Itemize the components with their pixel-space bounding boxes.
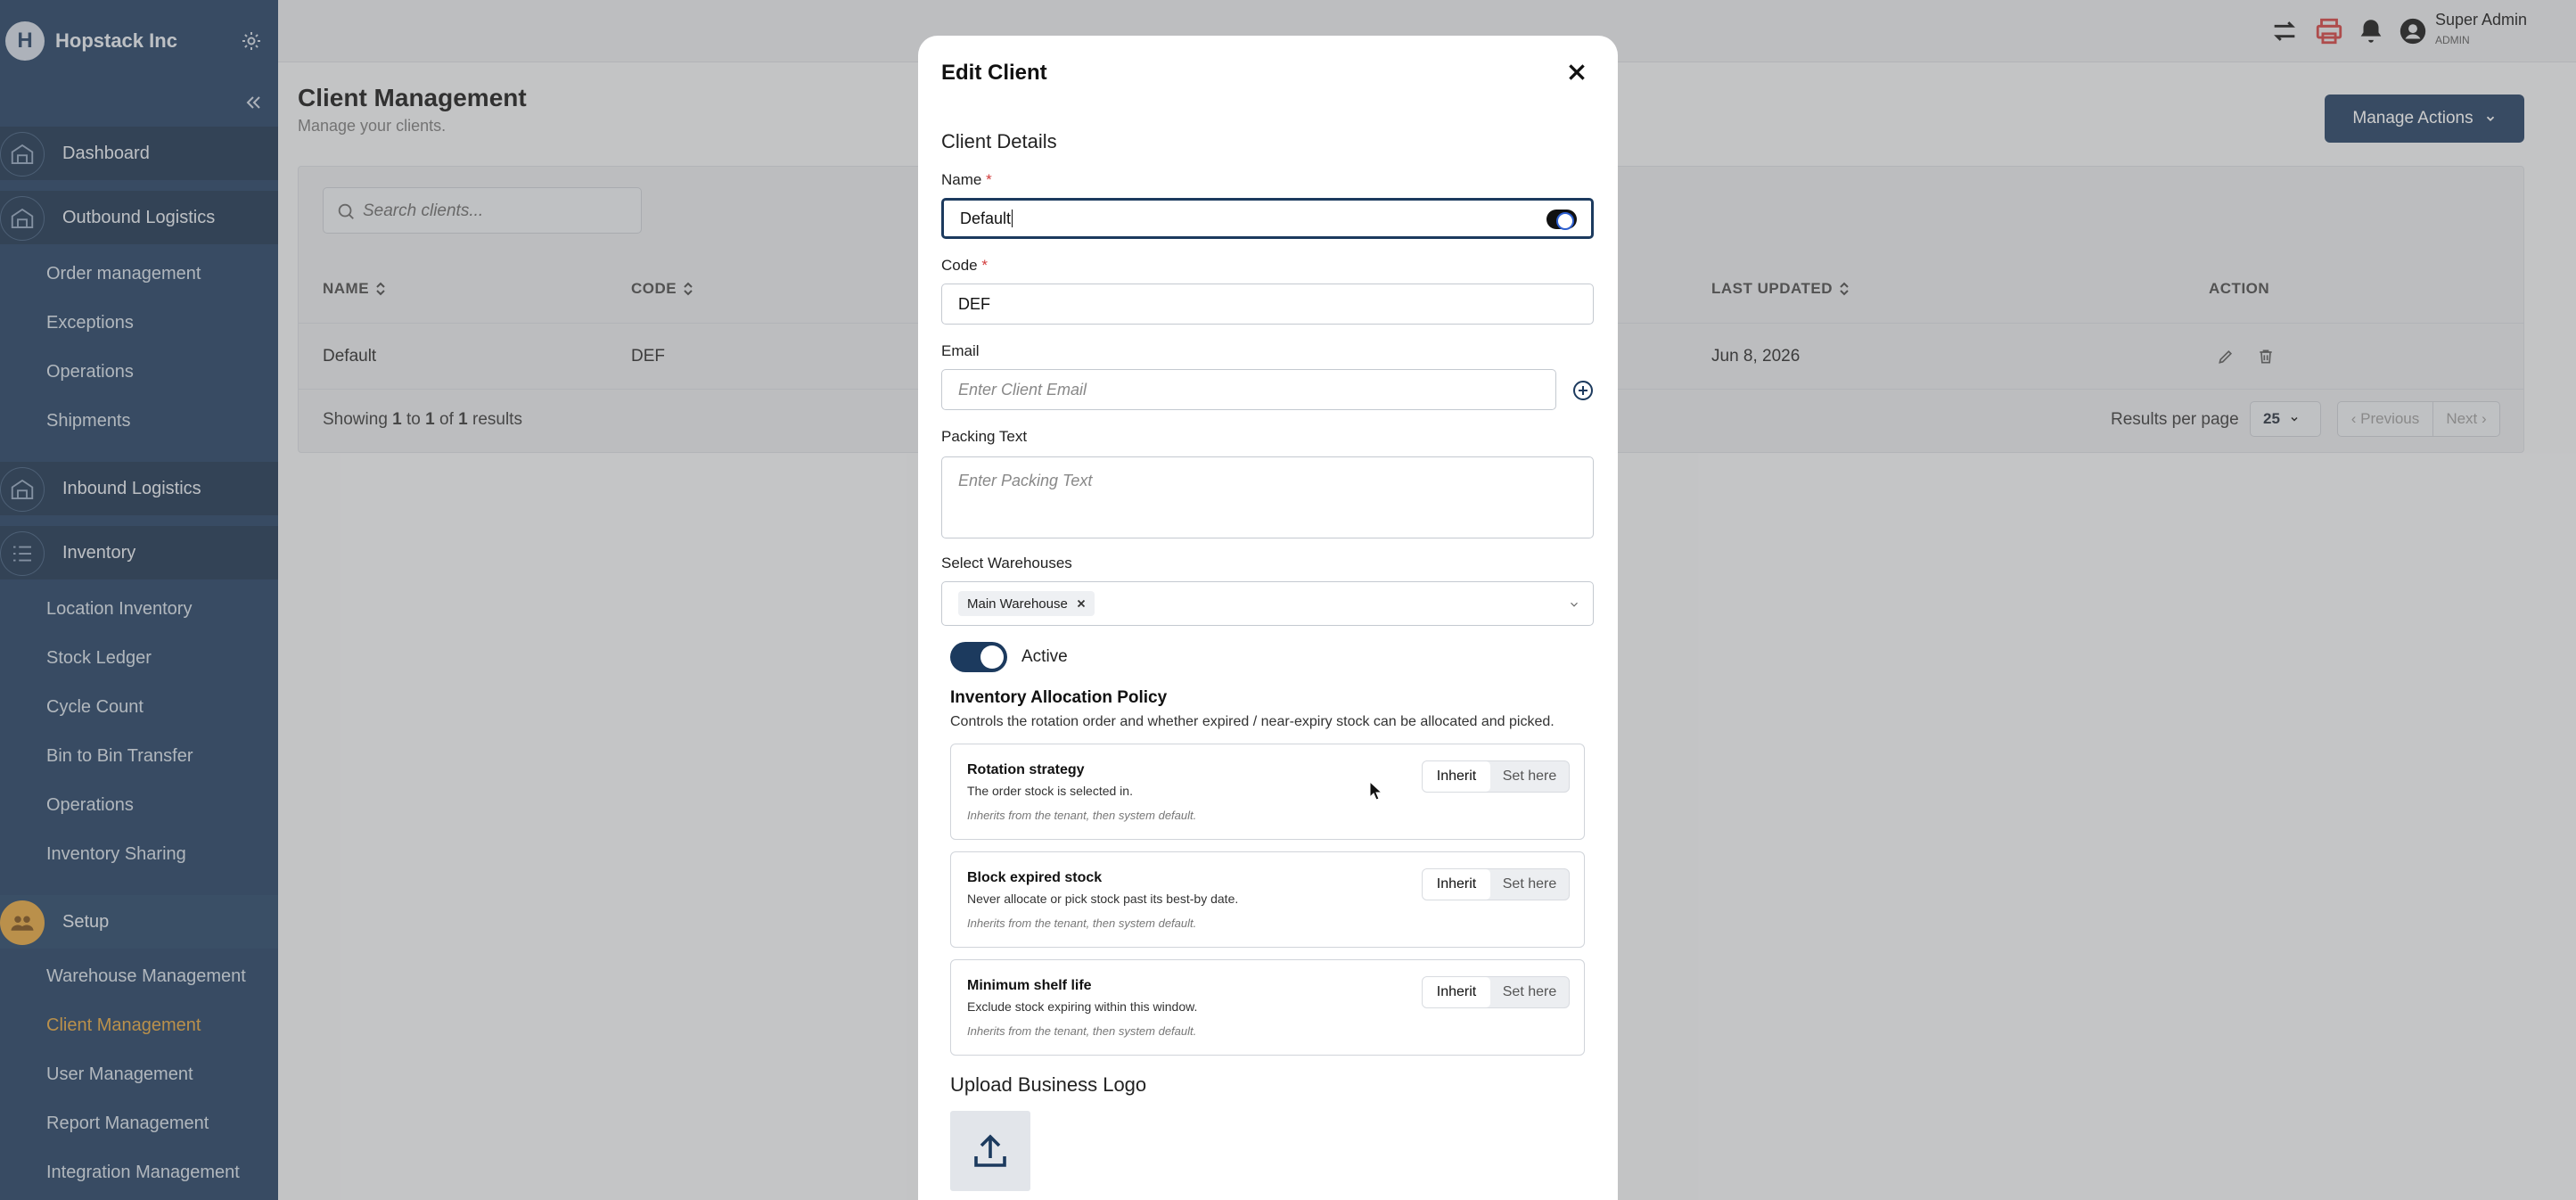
autofill-toggle-icon[interactable]	[1546, 210, 1577, 230]
modal-title: Edit Client	[941, 61, 1047, 85]
policy-card-title: Block expired stock	[967, 870, 1103, 885]
policy-card-desc: Never allocate or pick stock past its be…	[967, 892, 1239, 906]
plus-circle-icon[interactable]	[1572, 380, 1594, 401]
email-label: Email	[941, 342, 980, 359]
required-mark: *	[986, 171, 992, 188]
email-placeholder: Enter Client Email	[958, 380, 1087, 399]
inherit-option[interactable]: Inherit	[1423, 869, 1490, 900]
edit-client-modal: Edit Client Client Details Name * Defaul…	[918, 36, 1618, 1200]
label-text: Name	[941, 171, 982, 188]
packing-text-label: Packing Text	[941, 428, 1028, 445]
close-icon[interactable]	[1565, 61, 1588, 84]
section-title: Client Details	[941, 130, 1057, 152]
policy-card-desc: The order stock is selected in.	[967, 784, 1133, 798]
warehouses-label: Select Warehouses	[941, 555, 1072, 571]
policy-title: Inventory Allocation Policy	[950, 688, 1168, 707]
email-field[interactable]: Enter Client Email	[941, 369, 1556, 410]
code-input[interactable]: DEF	[941, 284, 1594, 325]
upload-logo-title: Upload Business Logo	[950, 1073, 1147, 1096]
code-label: Code *	[941, 257, 988, 275]
policy-card-desc: Exclude stock expiring within this windo…	[967, 999, 1198, 1014]
name-input[interactable]: Default	[941, 198, 1594, 239]
policy-card-title: Minimum shelf life	[967, 978, 1092, 993]
policy-segmented-control: Inherit Set here	[1422, 976, 1570, 1008]
policy-segmented-control: Inherit Set here	[1422, 760, 1570, 793]
name-value: Default	[960, 209, 1012, 227]
packing-text-input[interactable]: Enter Packing Text	[941, 456, 1594, 538]
upload-logo-button[interactable]	[950, 1111, 1030, 1191]
label-text: Code	[941, 257, 978, 274]
policy-card-note: Inherits from the tenant, then system de…	[967, 916, 1197, 930]
code-value: DEF	[958, 294, 990, 313]
text-caret	[1012, 210, 1013, 227]
policy-description: Controls the rotation order and whether …	[950, 714, 1555, 729]
set-here-option[interactable]: Set here	[1490, 761, 1569, 792]
policy-segmented-control: Inherit Set here	[1422, 868, 1570, 900]
chevron-down-icon	[1571, 602, 1578, 607]
warehouse-chip: Main Warehouse	[958, 591, 1095, 616]
warehouses-select[interactable]: Main Warehouse	[941, 581, 1594, 626]
active-toggle[interactable]	[950, 642, 1007, 672]
set-here-option[interactable]: Set here	[1490, 869, 1569, 900]
mouse-cursor-icon	[1369, 781, 1383, 801]
inherit-option[interactable]: Inherit	[1423, 977, 1490, 1007]
policy-card-title: Rotation strategy	[967, 762, 1085, 777]
active-label: Active	[1021, 647, 1068, 666]
inherit-option[interactable]: Inherit	[1423, 761, 1490, 792]
policy-card-block-expired: Block expired stock Never allocate or pi…	[950, 851, 1585, 948]
remove-chip-icon[interactable]	[1075, 597, 1087, 610]
policy-card-note: Inherits from the tenant, then system de…	[967, 1024, 1197, 1038]
policy-card-note: Inherits from the tenant, then system de…	[967, 809, 1197, 822]
policy-card-min-shelf-life: Minimum shelf life Exclude stock expirin…	[950, 959, 1585, 1056]
set-here-option[interactable]: Set here	[1490, 977, 1569, 1007]
packing-placeholder: Enter Packing Text	[958, 472, 1093, 489]
required-mark: *	[981, 257, 988, 274]
name-label: Name *	[941, 171, 992, 189]
policy-card-rotation: Rotation strategy The order stock is sel…	[950, 744, 1585, 840]
upload-icon	[974, 1134, 1006, 1167]
chip-label: Main Warehouse	[967, 596, 1068, 612]
